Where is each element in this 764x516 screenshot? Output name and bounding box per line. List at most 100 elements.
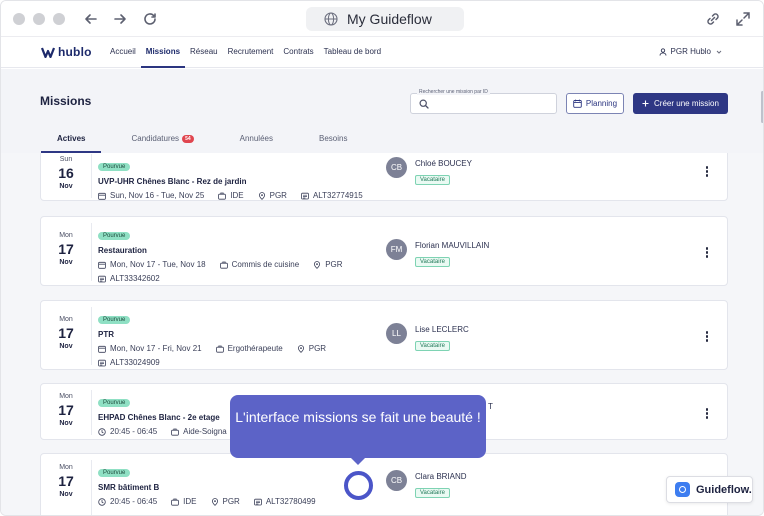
forward-arrow-icon[interactable] <box>110 9 130 29</box>
person-name: T <box>488 402 493 411</box>
link-icon[interactable] <box>704 10 722 28</box>
mission-role: IDE <box>183 497 197 506</box>
menu-item-missions[interactable]: Missions <box>140 38 186 68</box>
tab-besoins[interactable]: Besoins <box>303 129 363 153</box>
mission-card[interactable]: Mon 17 Nov Pourvue PTR Mon, Nov 17 - Fri… <box>40 300 728 370</box>
assigned-person[interactable]: CB Chloé BOUCEY Vacataire <box>386 157 472 186</box>
address-bar[interactable]: My Guideflow <box>306 7 464 31</box>
window-minimize-button[interactable] <box>33 13 45 25</box>
person-name: Clara BRIAND <box>415 472 467 481</box>
guide-hotspot[interactable] <box>344 471 373 500</box>
mission-meta: 20:45 - 06:45 IDE PGR ALT32780499 <box>98 497 316 506</box>
mission-body: Pourvue Restauration Mon, Nov 17 - Tue, … <box>98 224 343 283</box>
user-menu[interactable]: PGR Hublo <box>659 47 723 56</box>
guideflow-badge[interactable]: Guideflow. <box>666 476 753 503</box>
count-badge: 54 <box>182 135 194 143</box>
mission-body: Pourvue SMR bâtiment B 20:45 - 06:45 IDE… <box>98 461 316 506</box>
search-input[interactable]: Rechercher une mission par ID <box>410 89 557 114</box>
mission-meta-ref: ALT33024909 <box>98 358 326 367</box>
create-mission-button[interactable]: Créer une mission <box>633 93 728 114</box>
mission-ref: ALT32780499 <box>265 497 316 506</box>
date-day: 16 <box>58 165 74 181</box>
assigned-person[interactable]: FM Florian MAUVILLAIN Vacataire <box>386 239 489 268</box>
date-month: Nov <box>59 491 73 498</box>
mission-card[interactable]: Sun 16 Nov Pourvue UVP-UHR Chênes Blanc … <box>40 153 728 201</box>
address-title: My Guideflow <box>347 11 432 27</box>
mission-title: EHPAD Chênes Blanc - 2e etage <box>98 413 220 422</box>
planning-button[interactable]: Planning <box>566 93 624 114</box>
divider <box>91 460 92 515</box>
globe-icon <box>324 12 338 26</box>
person-type-badge: Vacataire <box>415 341 450 351</box>
window-maximize-button[interactable] <box>53 13 65 25</box>
mission-meta: 20:45 - 06:45 Aide-Soigna <box>98 427 227 436</box>
assigned-person[interactable]: CB Clara BRIAND Vacataire <box>386 470 467 499</box>
clock-icon <box>98 427 106 436</box>
mission-site: PGR <box>325 260 343 269</box>
location-pin-icon <box>258 191 265 200</box>
calendar-icon <box>98 192 106 200</box>
clock-icon <box>98 497 106 506</box>
avatar: CB <box>386 470 407 491</box>
assigned-person[interactable]: LL Lise LECLERC Vacataire <box>386 323 469 352</box>
more-options-icon[interactable] <box>704 166 710 177</box>
date-weekday: Mon <box>59 232 73 239</box>
more-options-icon[interactable] <box>704 247 710 258</box>
more-options-icon[interactable] <box>704 408 710 419</box>
main-menu: Accueil Missions Réseau Recrutement Cont… <box>105 38 386 68</box>
mission-ref: ALT33024909 <box>110 358 160 367</box>
window-close-button[interactable] <box>13 13 25 25</box>
briefcase-icon <box>171 428 179 436</box>
status-badge: Pourvue <box>98 163 131 171</box>
tab-annulees[interactable]: Annulées <box>224 129 289 153</box>
divider <box>91 390 92 435</box>
calendar-icon <box>98 261 106 269</box>
mission-meta: Mon, Nov 17 - Fri, Nov 21 Ergothérapeute… <box>98 344 326 353</box>
mission-date: Mon 17 Nov <box>41 232 91 266</box>
menu-item-recrutement[interactable]: Recrutement <box>223 38 279 68</box>
calendar-icon <box>98 345 106 353</box>
person-type-badge: Vacataire <box>415 257 450 267</box>
hublo-logo[interactable]: hublo <box>41 45 92 59</box>
page-header: Missions Rechercher une mission par ID P… <box>1 69 763 153</box>
mission-site: PGR <box>308 344 327 353</box>
chevron-down-icon <box>716 50 722 54</box>
menu-item-contrats[interactable]: Contrats <box>278 38 318 68</box>
reload-icon[interactable] <box>140 9 160 29</box>
tab-candidatures[interactable]: Candidatures 54 <box>115 129 209 153</box>
search-icon <box>419 99 429 109</box>
mission-body: Pourvue EHPAD Chênes Blanc - 2e etage 20… <box>98 391 227 436</box>
id-card-icon <box>301 192 309 199</box>
menu-item-reseau[interactable]: Réseau <box>185 38 223 68</box>
date-weekday: Mon <box>59 393 73 400</box>
mission-title: UVP-UHR Chênes Blanc - Rez de jardin <box>98 177 247 186</box>
date-weekday: Sun <box>59 156 73 163</box>
date-weekday: Mon <box>59 316 73 323</box>
calendar-icon <box>573 99 582 108</box>
mission-dates: 20:45 - 06:45 <box>110 427 158 436</box>
date-day: 17 <box>58 402 74 418</box>
date-day: 17 <box>58 325 74 341</box>
tab-actives[interactable]: Actives <box>41 129 102 153</box>
more-options-icon[interactable] <box>704 331 710 342</box>
logo-mark-icon <box>41 47 55 58</box>
mission-ref: ALT33342602 <box>110 274 160 283</box>
mission-meta: Sun, Nov 16 - Tue, Nov 25 IDE PGR ALT327… <box>98 191 363 200</box>
guideflow-label: Guideflow. <box>696 483 752 496</box>
briefcase-icon <box>219 261 228 269</box>
person-name: Florian MAUVILLAIN <box>415 241 490 250</box>
id-card-icon <box>254 498 262 505</box>
menu-item-tableau-de-bord[interactable]: Tableau de bord <box>319 38 386 68</box>
mission-card[interactable]: Mon 17 Nov Pourvue Restauration Mon, Nov… <box>40 216 728 286</box>
person-type-badge: Vacataire <box>415 488 450 498</box>
avatar: FM <box>386 239 407 260</box>
avatar: LL <box>386 323 407 344</box>
back-arrow-icon[interactable] <box>81 9 101 29</box>
guide-tooltip: L'interface missions se fait une beauté … <box>230 395 486 465</box>
menu-item-accueil[interactable]: Accueil <box>105 38 141 68</box>
location-pin-icon <box>211 497 218 506</box>
date-month: Nov <box>59 183 73 190</box>
mission-card[interactable]: Mon 17 Nov Pourvue SMR bâtiment B 20:45 … <box>40 453 728 515</box>
expand-icon[interactable] <box>734 10 752 28</box>
mission-tabs: Actives Candidatures 54 Annulées Besoins <box>41 129 377 153</box>
